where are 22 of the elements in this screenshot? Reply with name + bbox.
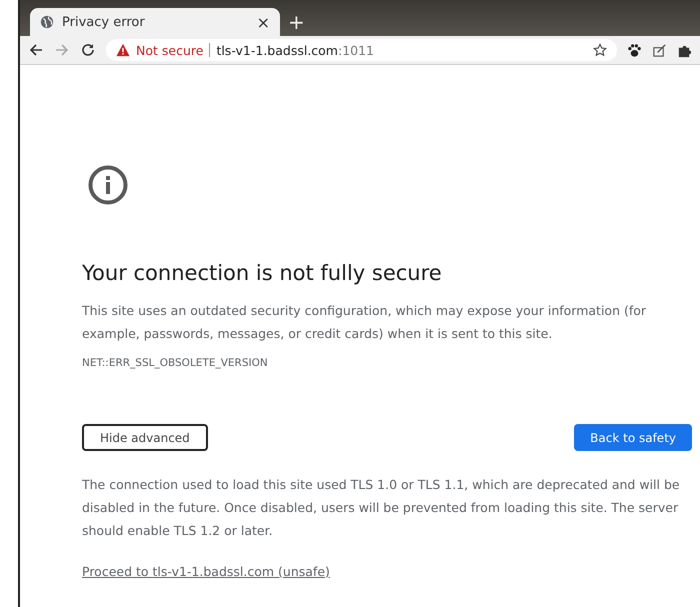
close-tab-button[interactable]: × <box>256 12 270 32</box>
warning-icon <box>116 43 130 57</box>
new-tab-button[interactable]: + <box>288 10 305 34</box>
note-icon[interactable] <box>652 42 667 58</box>
address-bar[interactable]: Not secure tls-v1-1.badssl.com:1011 <box>106 39 617 61</box>
hide-advanced-button[interactable]: Hide advanced <box>82 424 208 451</box>
security-label[interactable]: Not secure <box>136 42 204 58</box>
browser-tab[interactable]: Privacy error × <box>30 8 280 36</box>
proceed-link[interactable]: Proceed to tls-v1-1.badssl.com (unsafe) <box>82 564 330 579</box>
explanation-text: This site uses an outdated security configuration, which may expose your information (for example, passwords, messages, or credit cards) when it is sent to this site. <box>82 302 648 343</box>
reload-icon[interactable] <box>80 42 96 58</box>
paw-icon[interactable] <box>627 42 642 58</box>
details-text: The connection used to load this site used TLS 1.0 or TLS 1.1, which are deprecated and will be disabled in the future. Once disabled, users will be prevented from loading this site. The server should enable TLS 1.2 or later. <box>82 476 681 540</box>
globe-icon <box>40 15 54 29</box>
error-code: NET::ERR_SSL_OBSOLETE_VERSION <box>82 357 269 369</box>
page-heading: Your connection is not fully secure <box>82 261 443 285</box>
back-icon[interactable] <box>28 42 44 58</box>
url-text: tls-v1-1.badssl.com:1011 <box>216 42 376 58</box>
tab-title: Privacy error <box>62 14 146 30</box>
info-icon <box>88 165 128 205</box>
back-to-safety-button[interactable]: Back to safety <box>574 424 692 451</box>
star-icon[interactable] <box>593 43 607 57</box>
